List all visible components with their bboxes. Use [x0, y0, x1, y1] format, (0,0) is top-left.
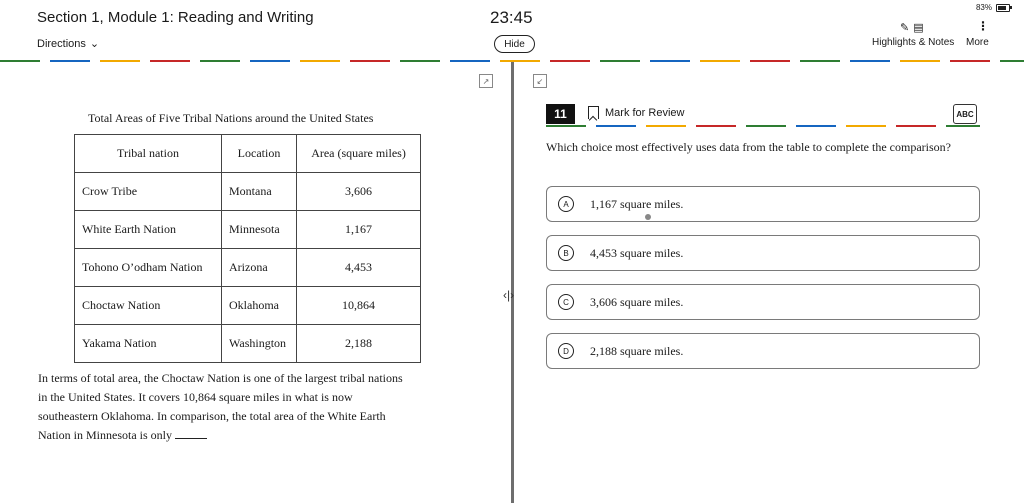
passage-line: Nation in Minnesota is only	[38, 426, 478, 445]
bookmark-icon	[588, 106, 599, 119]
resize-handle-icon[interactable]: ‹|›	[503, 288, 514, 302]
question-prompt: Which choice most effectively uses data …	[546, 140, 951, 154]
answer-choice-a[interactable]: A 1,167 square miles.	[546, 186, 980, 222]
battery-fill	[998, 5, 1007, 10]
choice-text: 2,188 square miles.	[590, 343, 684, 358]
nation-cell: White Earth Nation	[74, 210, 222, 249]
table-row: Tohono O’odham Nation Arizona 4,453	[74, 248, 421, 287]
highlights-notes-button[interactable]: ✎ ▤ Highlights & Notes	[872, 21, 956, 51]
location-cell: Arizona	[221, 248, 297, 287]
mark-for-review-label: Mark for Review	[605, 106, 685, 119]
timer: 23:45	[490, 8, 533, 27]
choice-letter: A	[558, 196, 574, 212]
choice-text: 3,606 square miles.	[590, 294, 684, 309]
nation-cell: Choctaw Nation	[74, 286, 222, 325]
column-header: Area (square miles)	[296, 134, 421, 173]
hide-timer-button[interactable]: Hide	[494, 35, 535, 53]
location-cell: Washington	[221, 324, 297, 363]
directions-toggle[interactable]: Directions ⌄	[37, 37, 100, 51]
table-title: Total Areas of Five Tribal Nations aroun…	[88, 111, 374, 125]
data-table: Tribal nation Location Area (square mile…	[74, 134, 421, 363]
choice-letter: C	[558, 294, 574, 310]
passage-text: In terms of total area, the Choctaw Nati…	[38, 369, 478, 445]
highlighter-icon: ✎	[900, 22, 910, 34]
question-divider	[546, 125, 980, 127]
choice-letter: B	[558, 245, 574, 261]
location-cell: Minnesota	[221, 210, 297, 249]
battery-icon	[996, 3, 1012, 12]
choice-text: 4,453 square miles.	[590, 245, 684, 260]
area-cell: 2,188	[296, 324, 421, 363]
area-cell: 4,453	[296, 248, 421, 287]
more-vertical-icon: ⋮	[977, 19, 989, 33]
expand-icon[interactable]: ↗	[479, 74, 493, 88]
section-title: Section 1, Module 1: Reading and Writing	[37, 9, 314, 26]
collapse-icon[interactable]: ↙	[533, 74, 547, 88]
table-row: Crow Tribe Montana 3,606	[74, 172, 421, 211]
more-label: More	[966, 37, 989, 48]
table-row: Choctaw Nation Oklahoma 10,864	[74, 286, 421, 325]
table-row: Yakama Nation Washington 2,188	[74, 324, 421, 363]
passage-line: southeastern Oklahoma. In comparison, th…	[38, 409, 386, 423]
area-cell: 10,864	[296, 286, 421, 325]
highlights-notes-label: Highlights & Notes	[872, 37, 955, 48]
battery-percent: 83%	[975, 3, 992, 12]
more-button[interactable]: ⋮ More	[965, 19, 995, 51]
table-header-row: Tribal nation Location Area (square mile…	[74, 134, 421, 173]
pointer-cursor	[645, 214, 651, 220]
answer-choice-b[interactable]: B 4,453 square miles.	[546, 235, 980, 271]
passage-line-text: Nation in Minnesota is only	[38, 428, 172, 442]
area-cell: 1,167	[296, 210, 421, 249]
pane-divider[interactable]	[511, 62, 514, 503]
answer-blank	[175, 428, 207, 439]
area-cell: 3,606	[296, 172, 421, 211]
directions-label: Directions	[37, 37, 86, 50]
mark-for-review-button[interactable]: Mark for Review	[588, 106, 684, 119]
answer-choice-c[interactable]: C 3,606 square miles.	[546, 284, 980, 320]
answer-eliminator-button[interactable]: ABC	[953, 104, 977, 124]
choice-letter: D	[558, 343, 574, 359]
battery-status: 83%	[975, 3, 1012, 12]
column-header: Tribal nation	[74, 134, 222, 173]
question-number: 11	[546, 104, 575, 124]
passage-line: In terms of total area, the Choctaw Nati…	[38, 371, 403, 385]
nation-cell: Tohono O’odham Nation	[74, 248, 222, 287]
nation-cell: Yakama Nation	[74, 324, 222, 363]
nation-cell: Crow Tribe	[74, 172, 222, 211]
note-icon: ▤	[913, 22, 924, 34]
table-row: White Earth Nation Minnesota 1,167	[74, 210, 421, 249]
location-cell: Oklahoma	[221, 286, 297, 325]
passage-line: in the United States. It covers 10,864 s…	[38, 390, 353, 404]
chevron-down-icon: ⌄	[89, 38, 100, 50]
location-cell: Montana	[221, 172, 297, 211]
choice-text: 1,167 square miles.	[590, 196, 684, 211]
column-header: Location	[221, 134, 297, 173]
answer-choice-d[interactable]: D 2,188 square miles.	[546, 333, 980, 369]
